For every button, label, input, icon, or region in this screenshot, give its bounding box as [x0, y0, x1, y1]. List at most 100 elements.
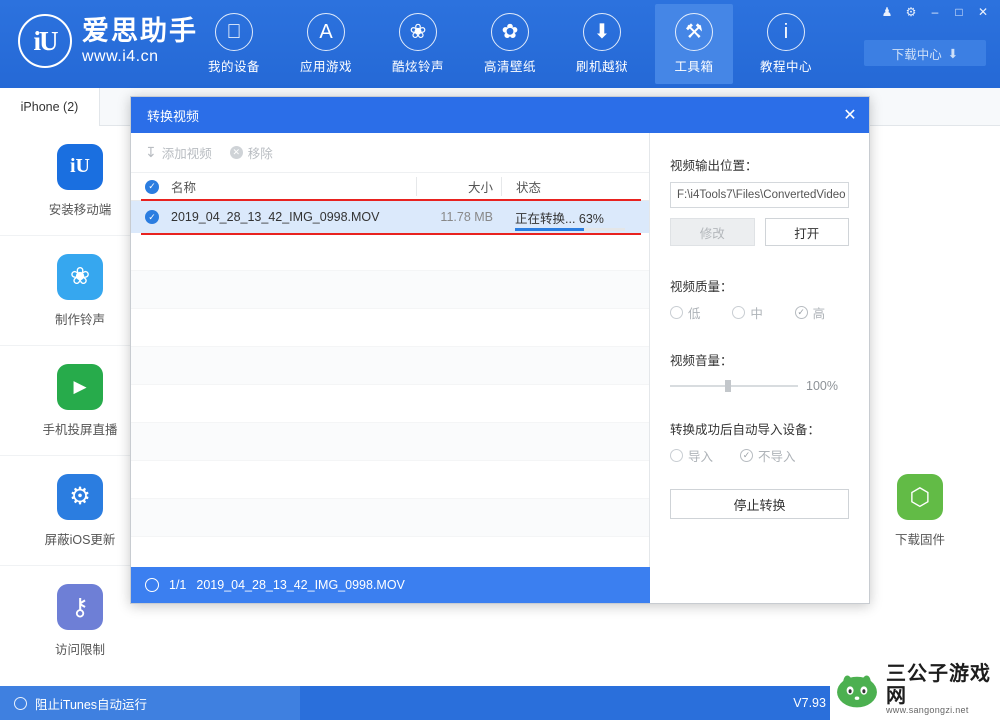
watermark-title: 三公子游戏网 [886, 661, 991, 708]
radio-selected-icon: ✓ [740, 449, 753, 462]
info-icon: i [767, 13, 805, 51]
shirt-icon[interactable]: ♟ [876, 2, 898, 22]
app-logo: iU 爱思助手 www.i4.cn [18, 14, 198, 68]
minimize-icon[interactable]: – [924, 2, 946, 22]
quality-option-low[interactable]: 低 [670, 303, 724, 322]
maximize-icon[interactable]: □ [948, 2, 970, 22]
file-name: 2019_04_28_13_42_IMG_0998.MOV [171, 210, 380, 224]
tool-label: 安装移动端 [48, 202, 112, 217]
column-header-status: 状态 [501, 177, 621, 196]
nav-label: 酷炫铃声 [391, 60, 444, 74]
selection-filename: 2019_04_28_13_42_IMG_0998.MOV [196, 578, 405, 592]
volume-value: 100% [806, 379, 838, 393]
block-itunes-toggle[interactable]: 阻止iTunes自动运行 [0, 686, 300, 720]
tool-label: 手机投屏直播 [42, 422, 118, 437]
row-checkbox[interactable]: ✓ [145, 210, 159, 224]
window-controls: ♟ ⚙ – □ ✕ [876, 2, 994, 22]
bell-icon: ❀ [399, 13, 437, 51]
auto-import-no-label: 不导入 [758, 450, 796, 464]
file-list-pane: ↧ 添加视频 ✕ 移除 ✓ 名称 大小 状态 ✓ 2019_04_28_13_4… [131, 133, 650, 603]
empty-row [131, 423, 649, 461]
tool-label: 下载固件 [894, 533, 945, 547]
nav-item-wallpapers[interactable]: ✿ 高清壁纸 [471, 4, 549, 84]
volume-slider[interactable] [670, 379, 798, 393]
open-button[interactable]: 打开 [764, 218, 849, 246]
key-lock-icon: ⚷ [57, 584, 103, 630]
nav-label: 我的设备 [207, 60, 260, 74]
dialog-toolbar: ↧ 添加视频 ✕ 移除 [131, 133, 649, 173]
radio-icon [670, 449, 683, 462]
nav-item-ringtones[interactable]: ❀ 酷炫铃声 [379, 4, 457, 84]
empty-row [131, 347, 649, 385]
nav-item-my-device[interactable]:  我的设备 [195, 4, 273, 84]
empty-row [131, 271, 649, 309]
nav-label: 教程中心 [759, 60, 812, 74]
nav-item-flash-jailbreak[interactable]: ⬇ 刷机越狱 [563, 4, 641, 84]
apple-icon:  [215, 13, 253, 51]
auto-import-no[interactable]: ✓ 不导入 [740, 446, 818, 465]
add-video-label: 添加视频 [161, 147, 212, 161]
empty-row [131, 461, 649, 499]
volume-slider-row: 100% [670, 379, 849, 393]
stop-convert-button[interactable]: 停止转换 [670, 489, 849, 519]
selection-status-bar[interactable]: 1/1 2019_04_28_13_42_IMG_0998.MOV [131, 567, 650, 603]
main-nav:  我的设备 A 应用游戏 ❀ 酷炫铃声 ✿ 高清壁纸 ⬇ 刷机越狱 ⚒ 工具箱 [195, 4, 839, 84]
selection-count: 1/1 [169, 578, 187, 592]
download-arrow-icon: ⬇ [947, 46, 959, 61]
quality-medium-label: 中 [750, 307, 763, 321]
auto-import-yes[interactable]: 导入 [670, 446, 732, 465]
appstore-icon: A [307, 13, 345, 51]
file-table-header: ✓ 名称 大小 状态 [131, 173, 649, 201]
dialog-title-bar: 转换视频 ✕ [131, 97, 869, 133]
file-status: 正在转换... 63% [501, 208, 625, 231]
spinner-icon [145, 578, 159, 592]
nav-item-tutorials[interactable]: i 教程中心 [747, 4, 825, 84]
app-window: iU 爱思助手 www.i4.cn  我的设备 A 应用游戏 ❀ 酷炫铃声 ✿… [0, 0, 1000, 720]
download-center-label: 下载中心 [891, 47, 942, 62]
slider-handle[interactable] [725, 380, 732, 392]
watermark: 三公子游戏网 www.sangongzi.net [830, 658, 1000, 720]
settings-pane: 视频输出位置： F:\i4Tools7\Files\ConvertedVideo… [650, 133, 869, 603]
toggle-circle-icon [14, 696, 27, 710]
version-label: V7.93 [793, 696, 826, 710]
auto-import-label: 转换成功后自动导入设备： [670, 423, 821, 437]
quality-option-medium[interactable]: 中 [732, 303, 786, 322]
close-icon[interactable]: ✕ [972, 2, 994, 22]
gear-icon[interactable]: ⚙ [900, 2, 922, 22]
nav-label: 高清壁纸 [483, 60, 536, 74]
watermark-logo-icon [837, 675, 877, 708]
dialog-close-icon[interactable]: ✕ [837, 102, 863, 128]
nav-label: 刷机越狱 [575, 60, 628, 74]
watermark-url: www.sangongzi.net [886, 705, 969, 716]
add-video-button[interactable]: ↧ 添加视频 [145, 143, 212, 162]
logo-mark-icon: iU [18, 14, 72, 68]
nav-item-apps-games[interactable]: A 应用游戏 [287, 4, 365, 84]
output-location-label: 视频输出位置： [670, 159, 758, 173]
app-header: iU 爱思助手 www.i4.cn  我的设备 A 应用游戏 ❀ 酷炫铃声 ✿… [0, 0, 1000, 88]
radio-icon [670, 306, 683, 319]
flower-icon: ✿ [491, 13, 529, 51]
auto-import-group: 导入 ✓ 不导入 [670, 446, 849, 465]
status-percent: 63% [578, 211, 604, 226]
nav-item-toolbox[interactable]: ⚒ 工具箱 [655, 4, 733, 84]
select-all-checkbox[interactable]: ✓ [145, 179, 159, 194]
video-quality-label: 视频质量： [670, 280, 733, 294]
remove-label: 移除 [247, 147, 273, 161]
box-arrow-icon: ⬇ [583, 13, 621, 51]
download-center-button[interactable]: 下载中心 ⬇ [864, 40, 986, 66]
column-header-size: 大小 [416, 177, 501, 196]
empty-rows [131, 233, 649, 537]
block-update-icon: ⚙ [57, 473, 103, 520]
video-volume-label: 视频音量： [670, 354, 733, 368]
file-size: 11.78 MB [440, 210, 493, 224]
table-row[interactable]: ✓ 2019_04_28_13_42_IMG_0998.MOV 11.78 MB… [131, 201, 649, 233]
modify-button[interactable]: 修改 [670, 218, 755, 246]
column-header-name: 名称 [171, 181, 197, 195]
tools-icon: ⚒ [675, 13, 713, 51]
output-path-input[interactable]: F:\i4Tools7\Files\ConvertedVideo [670, 182, 849, 208]
i4-app-icon: iU [57, 143, 103, 190]
quality-option-high[interactable]: ✓ 高 [794, 303, 849, 322]
remove-button[interactable]: ✕ 移除 [229, 143, 273, 162]
tab-iphone[interactable]: iPhone (2) [0, 88, 100, 126]
video-quality-group: 低 中 ✓ 高 [670, 303, 849, 322]
